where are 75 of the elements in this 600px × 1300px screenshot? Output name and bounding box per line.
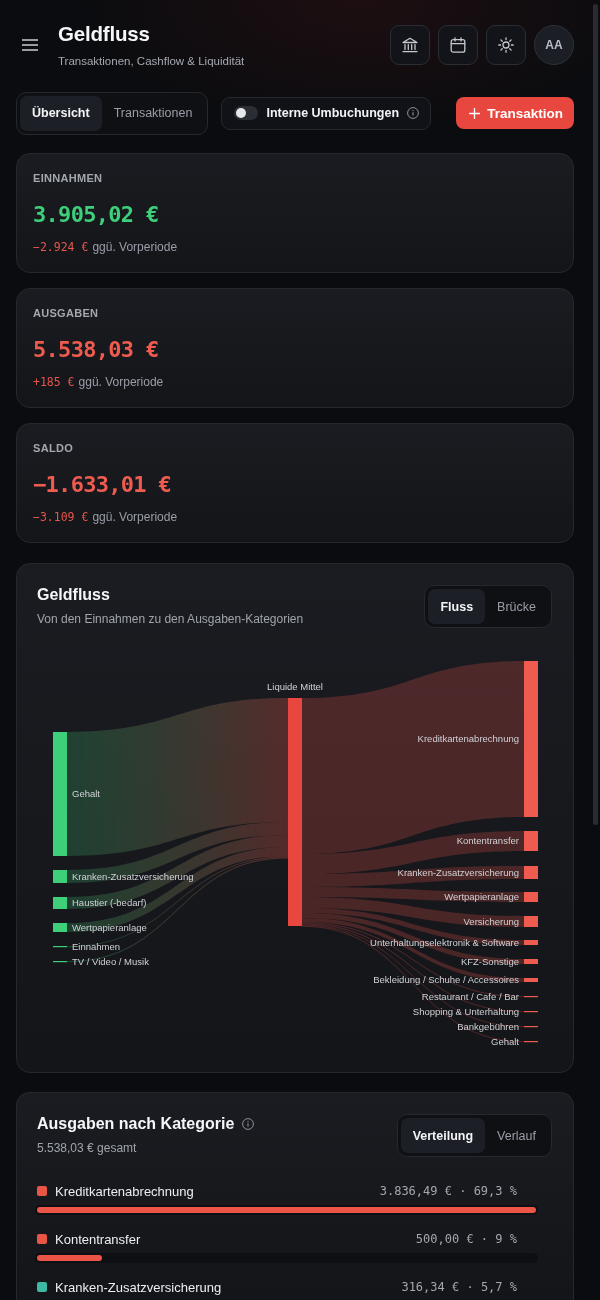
metric-value: 5.538,03 € (33, 336, 160, 364)
view-tab[interactable]: Übersicht (20, 95, 102, 131)
toggle-chip[interactable]: Interne Umbuchungen (221, 96, 432, 130)
card-title: Ausgaben nach Kategorie (37, 1114, 235, 1134)
metric-value: 3.905,02 € (33, 201, 160, 229)
card-title: Geldfluss (37, 585, 111, 605)
add-transaction-button[interactable]: Transaktion (456, 97, 574, 129)
metric-value: −1.633,01 € (33, 471, 172, 499)
toggle-switch[interactable] (234, 106, 259, 120)
calendar-button[interactable] (438, 25, 478, 65)
flow-node (53, 923, 67, 932)
node-label: Unterhaltungselektronik & Software (370, 936, 519, 948)
toggle-label: Interne Umbuchungen (266, 106, 400, 120)
category-amount: 500,00 € · 9 % (415, 1232, 517, 1246)
flow-node (524, 892, 538, 902)
category-amount: 3.836,49 € · 69,3 % (379, 1184, 517, 1198)
node-label: Bankgebühren (457, 1020, 519, 1032)
node-label: Liquide Mittel (267, 681, 323, 692)
metric-label: EINNAHMEN (33, 171, 104, 185)
flow-node (524, 866, 538, 879)
change-value: −2.924 € (33, 240, 89, 254)
sun-icon (498, 37, 514, 53)
node-label: Haustier (-bedarf) (72, 897, 147, 909)
info-icon[interactable] (242, 1118, 255, 1130)
node-label: Restaurant / Cafe / Bar (421, 990, 519, 1002)
node-label: Kreditkartenabrechnung (417, 733, 519, 745)
node-label: Einnahmen (72, 940, 121, 952)
category-label: Kreditkartenabrechnung (55, 1183, 194, 1199)
metric-label: AUSGABEN (33, 306, 100, 320)
comparison-text: ggü. Vorperiode (92, 509, 178, 525)
flow-node (524, 978, 538, 982)
theme-button[interactable] (486, 25, 526, 65)
card-subtitle: Von den Einnahmen zu den Ausgaben-Kategorien (37, 611, 304, 627)
node-label: Wertpapieranlage (72, 921, 147, 933)
change-value: −3.109 € (33, 510, 89, 524)
node-label: Versicherung (463, 915, 519, 927)
category-label: Kontentransfer (55, 1231, 141, 1247)
flow-node (53, 897, 67, 909)
node-label: Wertpapieranlage (444, 891, 519, 903)
mode-tab[interactable]: Verlauf (485, 1118, 548, 1153)
bank-icon (402, 37, 418, 53)
mode-tab[interactable]: Brücke (485, 589, 548, 624)
flow-node (524, 959, 538, 964)
comparison-text: ggü. Vorperiode (78, 374, 164, 390)
category-amount: 316,34 € · 5,7 % (401, 1280, 517, 1294)
mode-tab[interactable]: Verteilung (400, 1118, 486, 1153)
metric-label: SALDO (33, 441, 74, 455)
category-label: Kranken-Zusatzversicherung (55, 1279, 222, 1295)
flow-node (524, 916, 538, 927)
comparison-text: ggü. Vorperiode (92, 239, 178, 255)
page-title: Geldfluss (58, 22, 151, 46)
flow-node (524, 831, 538, 851)
menu-icon[interactable] (22, 39, 38, 51)
view-tab[interactable]: Transaktionen (101, 95, 205, 131)
mode-tab[interactable]: Fluss (428, 589, 486, 624)
node-label: Gehalt (72, 788, 100, 800)
info-icon[interactable] (407, 107, 420, 119)
node-label: KFZ-Sonstige (460, 955, 519, 967)
node-label: Kranken-Zusatzversicherung (72, 870, 194, 882)
bank-button[interactable] (390, 25, 430, 65)
node-label: Bekleidung / Schuhe / Accessoires (373, 974, 519, 986)
flow-node (524, 940, 538, 945)
avatar[interactable]: AA (534, 25, 574, 65)
node-label: Kranken-Zusatzversicherung (397, 866, 519, 878)
node-label: Shopping & Unterhaltung (412, 1005, 519, 1017)
flow-node (53, 870, 67, 883)
plus-icon (469, 107, 481, 119)
scrollbar-thumb[interactable] (593, 4, 598, 825)
card-subtitle: 5.538,03 € gesamt (37, 1140, 138, 1156)
page-subtitle: Transaktionen, Cashflow & Liquidität (58, 54, 245, 69)
change-value: +185 € (33, 375, 75, 389)
node-label: Gehalt (491, 1035, 519, 1047)
node-label: Kontentransfer (456, 835, 519, 847)
calendar-icon (450, 37, 466, 53)
node-label: TV / Video / Musik (72, 955, 149, 967)
